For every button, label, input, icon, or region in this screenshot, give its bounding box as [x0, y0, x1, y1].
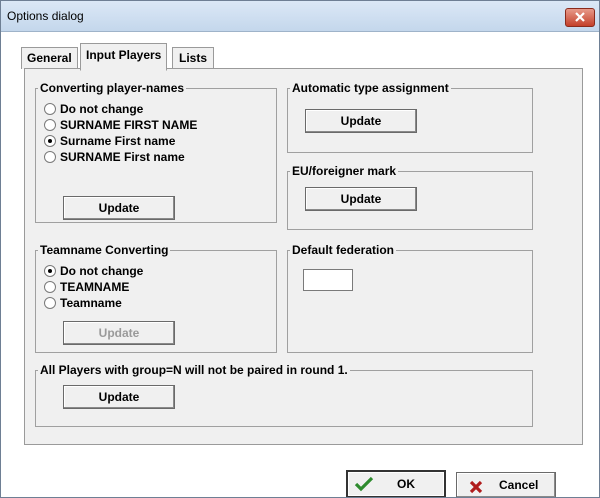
- ok-button[interactable]: OK: [346, 470, 446, 497]
- converting-names-update-button[interactable]: Update: [63, 196, 175, 220]
- radio-button-selected[interactable]: [44, 265, 56, 277]
- ok-label: OK: [397, 477, 415, 491]
- window-title: Options dialog: [7, 9, 84, 23]
- tab-input-players[interactable]: Input Players: [80, 43, 168, 71]
- default-federation-input[interactable]: [303, 269, 353, 291]
- radio-button[interactable]: [44, 281, 56, 293]
- radio-button[interactable]: [44, 297, 56, 309]
- cancel-button[interactable]: Cancel: [456, 472, 556, 497]
- auto-type-group: Automatic type assignment Update: [287, 81, 533, 153]
- converting-names-group: Converting player-names Do not change SU…: [35, 81, 277, 223]
- radio-label: Teamname: [60, 296, 122, 310]
- tab-panel: Converting player-names Do not change SU…: [24, 68, 583, 445]
- cancel-x-icon: [469, 478, 483, 497]
- radio-label: TEAMNAME: [60, 280, 130, 294]
- options-dialog-window: Options dialog General Input Players Lis…: [0, 0, 600, 498]
- default-federation-group: Default federation: [287, 243, 533, 353]
- radio-button-selected[interactable]: [44, 135, 56, 147]
- eu-mark-group: EU/foreigner mark Update: [287, 164, 533, 230]
- radio-label: Do not change: [60, 264, 144, 278]
- converting-names-legend: Converting player-names: [40, 81, 185, 95]
- checkmark-icon: [354, 476, 374, 497]
- group-n-group: All Players with group=N will not be pai…: [35, 363, 533, 427]
- radio-label: SURNAME First name: [60, 150, 185, 164]
- tab-lists[interactable]: Lists: [172, 47, 215, 69]
- auto-type-update-button[interactable]: Update: [305, 109, 417, 133]
- default-federation-legend: Default federation: [292, 243, 395, 257]
- radio-button[interactable]: [44, 151, 56, 163]
- cancel-label: Cancel: [499, 478, 539, 492]
- eu-mark-legend: EU/foreigner mark: [292, 164, 397, 178]
- tab-general[interactable]: General: [21, 47, 78, 69]
- title-bar: Options dialog: [1, 1, 599, 32]
- close-button[interactable]: [565, 8, 595, 27]
- radio-button[interactable]: [44, 119, 56, 131]
- eu-mark-update-button[interactable]: Update: [305, 187, 417, 211]
- radio-button[interactable]: [44, 103, 56, 115]
- teamname-update-button[interactable]: Update: [63, 321, 175, 345]
- group-n-update-button[interactable]: Update: [63, 385, 175, 409]
- radio-label: SURNAME FIRST NAME: [60, 118, 198, 132]
- teamname-group: Teamname Converting Do not change TEAMNA…: [35, 243, 277, 353]
- radio-label: Do not change: [60, 102, 144, 116]
- radio-label: Surname First name: [60, 134, 176, 148]
- group-n-legend: All Players with group=N will not be pai…: [40, 363, 348, 377]
- dialog-body: General Input Players Lists Converting p…: [1, 32, 599, 497]
- auto-type-legend: Automatic type assignment: [292, 81, 449, 95]
- close-icon: [575, 12, 585, 22]
- teamname-legend: Teamname Converting: [40, 243, 169, 257]
